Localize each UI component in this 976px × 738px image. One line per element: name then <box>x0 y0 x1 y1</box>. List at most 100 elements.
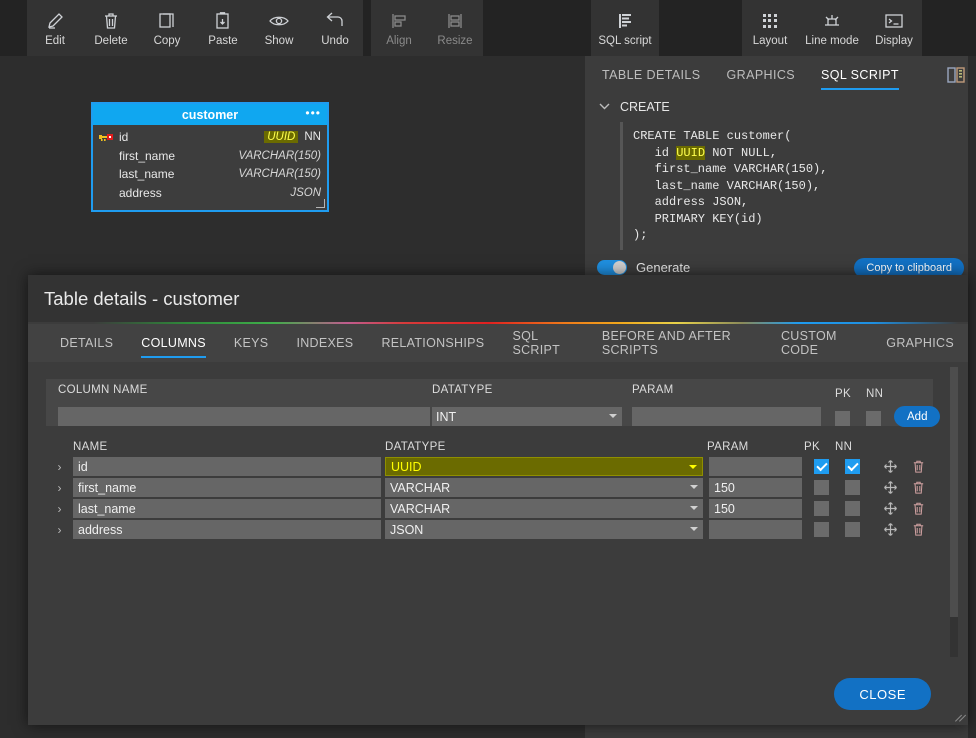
sql-script-icon <box>615 10 635 32</box>
pk-checkbox[interactable] <box>835 411 850 426</box>
expand-row-icon[interactable]: › <box>46 502 73 516</box>
row-name-cell[interactable]: id <box>73 457 381 476</box>
entity-column-name: id <box>119 130 129 145</box>
display-button[interactable]: Display <box>866 0 922 56</box>
expand-row-icon[interactable]: › <box>46 460 73 474</box>
entity-row[interactable]: first_name VARCHAR(150) <box>93 147 327 166</box>
sql-line-6: PRIMARY KEY(id) <box>633 211 763 226</box>
row-datatype-cell[interactable]: VARCHAR <box>385 478 703 497</box>
split-panel-icon[interactable] <box>947 67 965 88</box>
dialog-content-scrollbar[interactable] <box>950 367 958 657</box>
tab-indexes[interactable]: INDEXES <box>282 324 367 362</box>
row-datatype-cell[interactable]: VARCHAR <box>385 499 703 518</box>
paste-button[interactable]: Paste <box>195 0 251 56</box>
column-name-input[interactable] <box>58 407 430 426</box>
sql-script-button[interactable]: SQL script <box>591 0 659 56</box>
table-row[interactable]: › last_name VARCHAR 150 <box>46 498 933 519</box>
table-row[interactable]: › id UUID <box>46 456 933 477</box>
tab-before-after-scripts[interactable]: BEFORE AND AFTER SCRIPTS <box>588 324 767 362</box>
tab-keys[interactable]: KEYS <box>220 324 283 362</box>
resize-button[interactable]: Resize <box>427 0 483 56</box>
move-icon[interactable] <box>876 501 904 516</box>
entity-column-type: JSON <box>290 186 321 199</box>
align-button[interactable]: Align <box>371 0 427 56</box>
row-name-cell[interactable]: first_name <box>73 478 381 497</box>
row-pk-checkbox[interactable] <box>814 459 829 474</box>
move-icon[interactable] <box>876 522 904 537</box>
scrollbar-thumb[interactable] <box>950 367 958 617</box>
resize-label: Resize <box>437 34 473 47</box>
line-mode-button[interactable]: Line mode <box>798 0 866 56</box>
row-nn-checkbox[interactable] <box>845 480 860 495</box>
entity-row[interactable]: id UUID NN <box>93 128 327 147</box>
row-pk-checkbox[interactable] <box>814 501 829 516</box>
copy-icon <box>157 10 177 32</box>
trash-icon[interactable] <box>904 522 932 537</box>
param-input[interactable] <box>632 407 821 426</box>
create-section-header[interactable]: CREATE <box>585 94 976 120</box>
delete-button[interactable]: Delete <box>83 0 139 56</box>
dialog-footer: CLOSE <box>28 663 968 725</box>
layout-button[interactable]: Layout <box>742 0 798 56</box>
trash-icon[interactable] <box>904 459 932 474</box>
row-pk-checkbox[interactable] <box>814 522 829 537</box>
generate-toggle[interactable] <box>597 260 627 275</box>
row-param-cell[interactable] <box>709 520 802 539</box>
tab-sql-script[interactable]: SQL SCRIPT <box>821 56 899 94</box>
align-label: Align <box>386 34 412 47</box>
line-mode-label: Line mode <box>805 34 859 47</box>
row-datatype-cell[interactable]: UUID <box>385 457 703 476</box>
row-param-cell[interactable]: 150 <box>709 499 802 518</box>
entity-resize-handle[interactable] <box>316 199 325 208</box>
row-pk-checkbox[interactable] <box>814 480 829 495</box>
tab-graphics[interactable]: GRAPHICS <box>872 324 968 362</box>
copy-button[interactable]: Copy <box>139 0 195 56</box>
chevron-down-icon <box>689 465 697 469</box>
add-column-button[interactable]: Add <box>894 406 941 427</box>
row-name-cell[interactable]: last_name <box>73 499 381 518</box>
row-param-cell[interactable] <box>709 457 802 476</box>
expand-row-icon[interactable]: › <box>46 523 73 537</box>
row-param-cell[interactable]: 150 <box>709 478 802 497</box>
table-row[interactable]: › address JSON <box>46 519 933 540</box>
entity-customer[interactable]: customer ••• id UUID NN first_name VARCH… <box>91 102 329 212</box>
grid-head-pk: PK <box>804 440 820 453</box>
move-icon[interactable] <box>876 459 904 474</box>
tab-details[interactable]: DETAILS <box>46 324 127 362</box>
row-name-cell[interactable]: address <box>73 520 381 539</box>
show-button[interactable]: Show <box>251 0 307 56</box>
row-nn-checkbox[interactable] <box>845 501 860 516</box>
tab-relationships[interactable]: RELATIONSHIPS <box>367 324 498 362</box>
app-vertical-scrollbar[interactable] <box>968 56 976 738</box>
entity-header[interactable]: customer ••• <box>93 104 327 125</box>
tab-columns[interactable]: COLUMNS <box>127 324 220 362</box>
trash-icon[interactable] <box>904 480 932 495</box>
undo-button[interactable]: Undo <box>307 0 363 56</box>
close-button[interactable]: CLOSE <box>834 678 931 710</box>
sql-code-block[interactable]: CREATE TABLE customer( id UUID NOT NULL,… <box>620 122 964 250</box>
display-label: Display <box>875 34 913 47</box>
tab-table-details[interactable]: TABLE DETAILS <box>602 56 701 94</box>
entity-row[interactable]: last_name VARCHAR(150) <box>93 165 327 184</box>
nn-checkbox[interactable] <box>866 411 881 426</box>
tab-custom-code[interactable]: CUSTOM CODE <box>767 324 872 362</box>
entity-row[interactable]: address JSON <box>93 184 327 203</box>
row-datatype-cell[interactable]: JSON <box>385 520 703 539</box>
trash-icon[interactable] <box>904 501 932 516</box>
table-row[interactable]: › first_name VARCHAR 150 <box>46 477 933 498</box>
row-nn-cell <box>845 522 876 537</box>
dialog-resize-handle[interactable] <box>955 712 967 722</box>
row-nn-checkbox[interactable] <box>845 522 860 537</box>
move-icon[interactable] <box>876 480 904 495</box>
tab-sql-script[interactable]: SQL SCRIPT <box>498 324 587 362</box>
tab-graphics[interactable]: GRAPHICS <box>727 56 796 94</box>
row-datatype-value: UUID <box>391 459 422 474</box>
datatype-select[interactable]: INT <box>432 407 622 426</box>
entity-menu-icon[interactable]: ••• <box>305 106 321 120</box>
chevron-down-icon <box>690 485 698 489</box>
edit-button[interactable]: Edit <box>27 0 83 56</box>
row-nn-checkbox[interactable] <box>845 459 860 474</box>
chevron-down-icon <box>599 101 610 113</box>
toolbar-group-view: Layout Line mode Display <box>742 0 922 56</box>
expand-row-icon[interactable]: › <box>46 481 73 495</box>
